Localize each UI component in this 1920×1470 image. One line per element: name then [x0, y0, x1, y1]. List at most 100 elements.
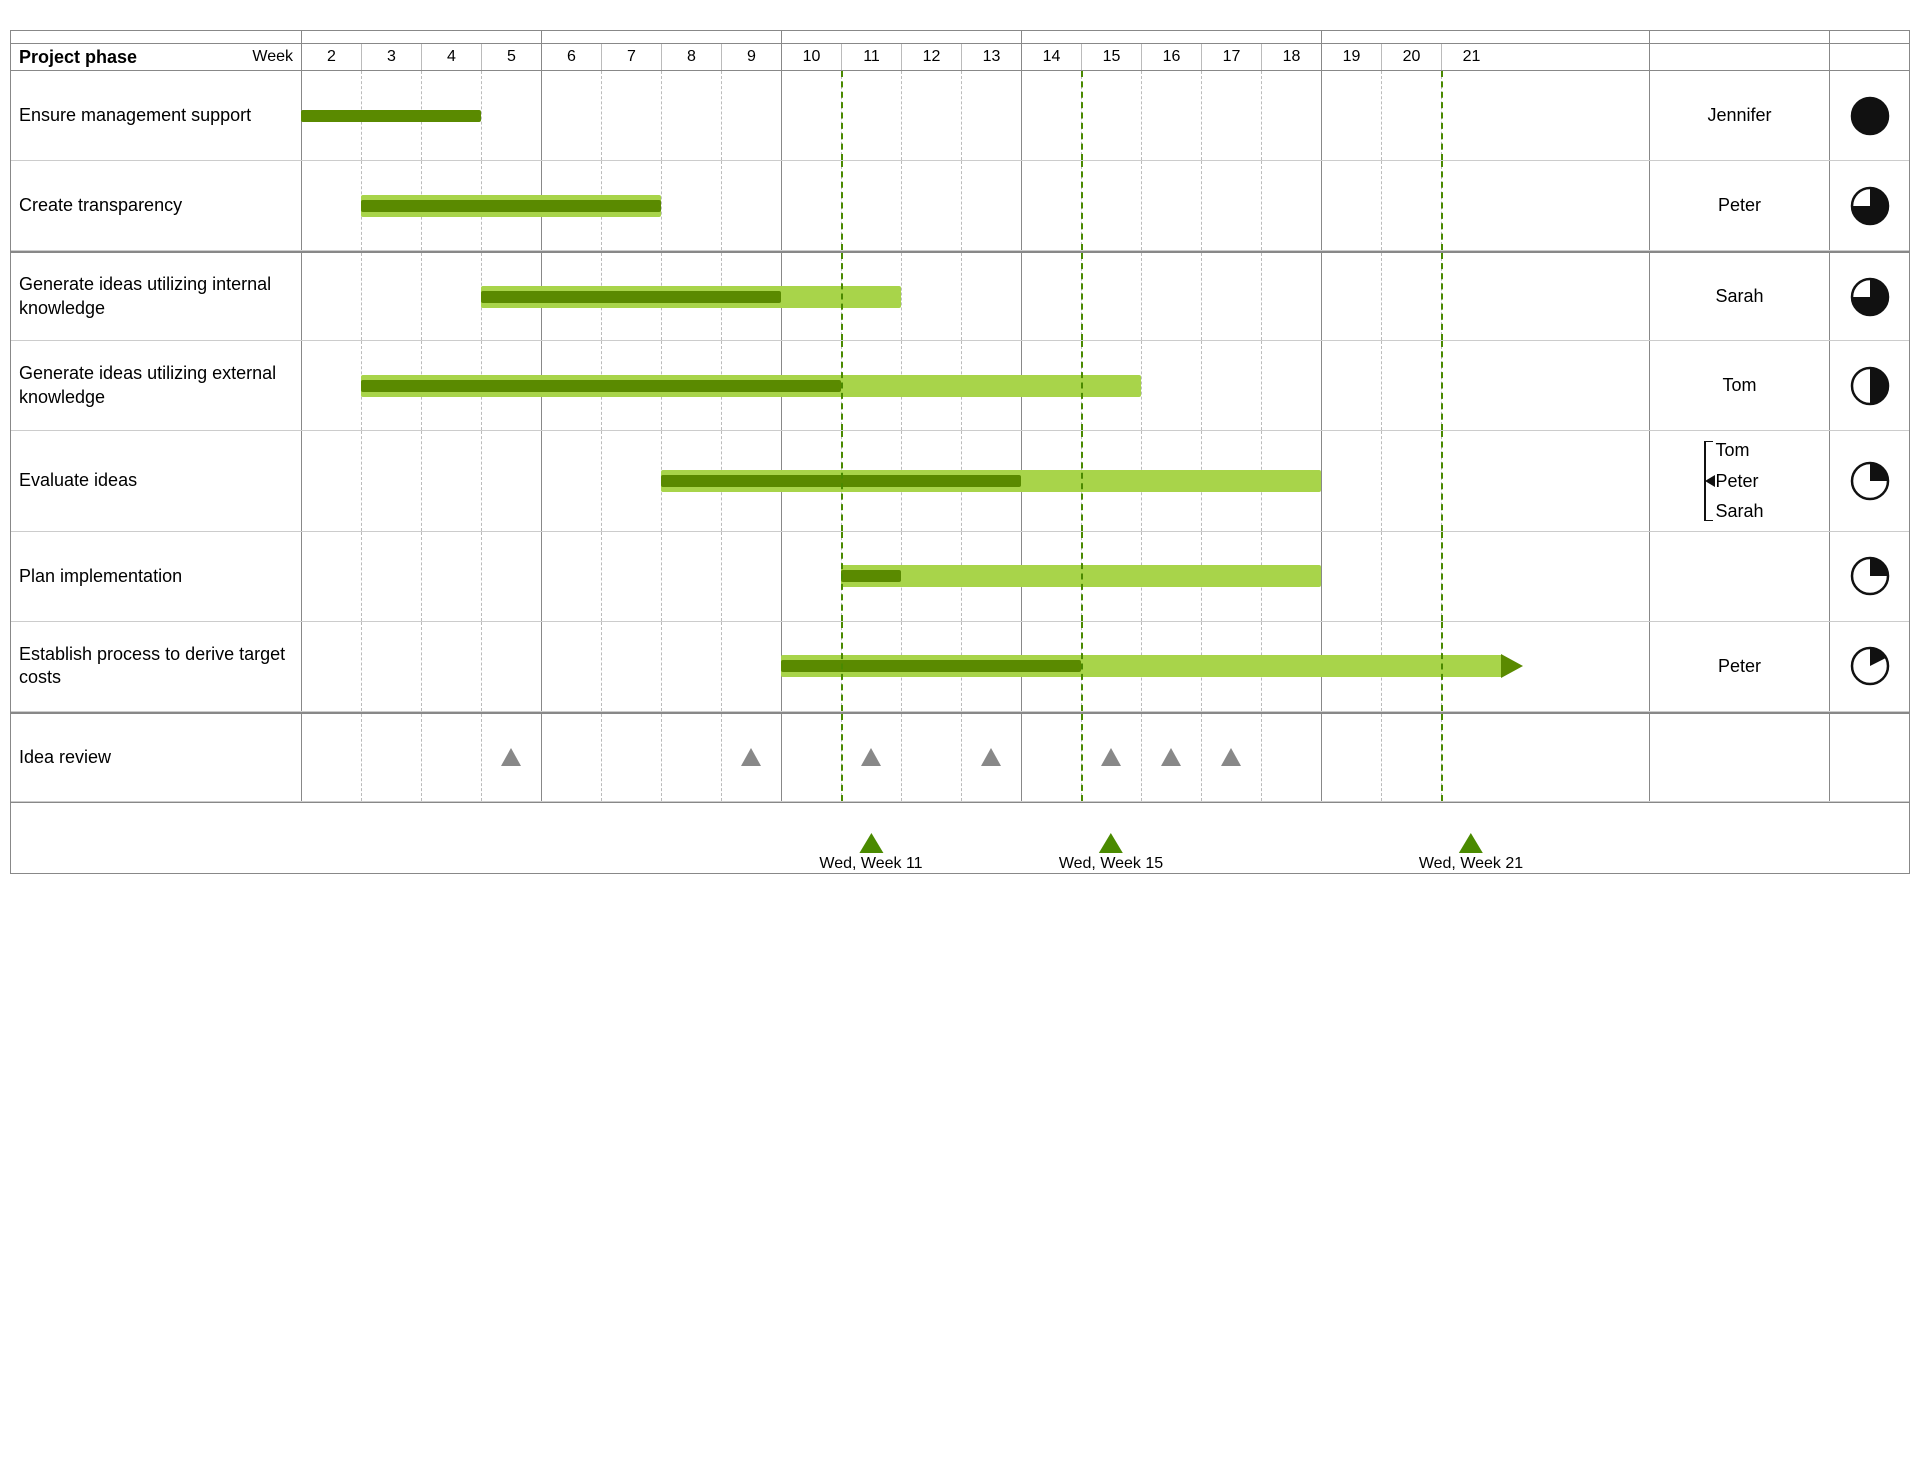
- row-internal-knowledge-label: Generate ideas utilizing internal knowle…: [11, 253, 301, 340]
- grid-col-13: [961, 253, 1021, 340]
- grid-col-16: [1141, 431, 1201, 531]
- row-internal-knowledge-status: [1829, 253, 1909, 340]
- grid-col-2: [301, 431, 361, 531]
- responsible-peter: Peter: [1715, 466, 1758, 497]
- grid-col-15: [1081, 532, 1141, 621]
- row-plan-implementation-label: Plan implementation: [11, 532, 301, 621]
- grid-col-7: [601, 431, 661, 531]
- grid-col-15: [1081, 253, 1141, 340]
- grid-col-21: [1441, 71, 1501, 160]
- grid-col-20: [1381, 714, 1441, 801]
- row-idea-review: Idea review: [11, 712, 1909, 802]
- grid-col-3: [361, 431, 421, 531]
- grid-col-12: [901, 253, 961, 340]
- responsible-header: [1649, 31, 1829, 43]
- week-cell-6: 6: [541, 44, 601, 70]
- grid-col-10: [781, 714, 841, 801]
- grid-col-5: [481, 622, 541, 711]
- grid-col-9: [721, 161, 781, 250]
- grid-col-14: [1021, 622, 1081, 711]
- grid-col-8: [661, 161, 721, 250]
- grid-col-6: [541, 431, 601, 531]
- grid-col-4: [421, 431, 481, 531]
- grid-col-5: [481, 714, 541, 801]
- grid-col-20: [1381, 71, 1441, 160]
- week-cell-19: 19: [1321, 44, 1381, 70]
- grid-col-14: [1021, 532, 1081, 621]
- grid-col-5: [481, 431, 541, 531]
- grid-col-13: [961, 161, 1021, 250]
- week-cell-4: 4: [421, 44, 481, 70]
- footer-triangle-11: [859, 833, 883, 853]
- grid-col-18: [1261, 622, 1321, 711]
- grid-col-9: [721, 622, 781, 711]
- grid-col-18: [1261, 71, 1321, 160]
- grid-col-2: [301, 532, 361, 621]
- row-target-costs-label: Establish process to derive target costs: [11, 622, 301, 711]
- row-evaluate-ideas-label: Evaluate ideas: [11, 431, 301, 531]
- grid-col-17: [1201, 431, 1261, 531]
- grid-col-2: [301, 71, 361, 160]
- week-cell-3: 3: [361, 44, 421, 70]
- grid-col-16: [1141, 341, 1201, 430]
- row-idea-review-label: Idea review: [11, 714, 301, 801]
- grid-col-10: [781, 253, 841, 340]
- grid-col-11: [841, 341, 901, 430]
- grid-col-8: [661, 622, 721, 711]
- week-cell-15: 15: [1081, 44, 1141, 70]
- grid-col-8: [661, 71, 721, 160]
- grid-col-7: [601, 71, 661, 160]
- grid-col-3: [361, 341, 421, 430]
- row-target-costs-responsible: Peter: [1649, 622, 1829, 711]
- grid-col-14: [1021, 341, 1081, 430]
- row-external-knowledge-label: Generate ideas utilizing external knowle…: [11, 341, 301, 430]
- grid-col-20: [1381, 532, 1441, 621]
- grid-col-6: [541, 71, 601, 160]
- week-cell-20: 20: [1381, 44, 1441, 70]
- week-cell-11: 11: [841, 44, 901, 70]
- grid-col-14: [1021, 714, 1081, 801]
- footer-triangle-21: [1459, 833, 1483, 853]
- grid-col-14: [1021, 431, 1081, 531]
- row-plan-implementation-status: [1829, 532, 1909, 621]
- grid-col-15: [1081, 341, 1141, 430]
- grid-col-2: [301, 341, 361, 430]
- grid-col-19: [1321, 431, 1381, 531]
- grid-col-6: [541, 341, 601, 430]
- row-evaluate-ideas-responsible: TomPeterSarah: [1649, 431, 1829, 531]
- grid-col-17: [1201, 622, 1261, 711]
- grid-col-15: [1081, 622, 1141, 711]
- grid-col-5: [481, 71, 541, 160]
- grid-col-17: [1201, 161, 1261, 250]
- grid-col-14: [1021, 253, 1081, 340]
- grid-col-17: [1201, 253, 1261, 340]
- grid-col-9: [721, 341, 781, 430]
- responsible-tom: Tom: [1715, 435, 1749, 466]
- grid-col-14: [1021, 71, 1081, 160]
- multi-responsible: TomPeterSarah: [1715, 435, 1763, 527]
- grid-col-4: [421, 253, 481, 340]
- grid-col-15: [1081, 431, 1141, 531]
- grid-col-13: [961, 532, 1021, 621]
- grid-col-11: [841, 532, 901, 621]
- grid-col-16: [1141, 161, 1201, 250]
- month-cells: [301, 31, 1649, 43]
- grid-col-2: [301, 161, 361, 250]
- grid-col-8: [661, 532, 721, 621]
- row-evaluate-ideas: Evaluate ideas TomPeterSarah: [11, 431, 1909, 532]
- footer-grid: Wed, Week 11Wed, Week 15Wed, Week 21: [301, 803, 1649, 873]
- grid-col-12: [901, 341, 961, 430]
- row-management-support-responsible: Jennifer: [1649, 71, 1829, 160]
- row-external-knowledge: Generate ideas utilizing external knowle…: [11, 341, 1909, 431]
- week-cell-16: 16: [1141, 44, 1201, 70]
- grid-col-5: [481, 532, 541, 621]
- row-transparency-label: Create transparency: [11, 161, 301, 250]
- grid-col-3: [361, 532, 421, 621]
- week-cell-13: 13: [961, 44, 1021, 70]
- grid-col-5: [481, 253, 541, 340]
- responsible-sarah: Sarah: [1715, 496, 1763, 527]
- grid-col-4: [421, 714, 481, 801]
- grid-col-10: [781, 71, 841, 160]
- grid-col-10: [781, 431, 841, 531]
- footer-milestone-label-11: Wed, Week 11: [819, 855, 922, 873]
